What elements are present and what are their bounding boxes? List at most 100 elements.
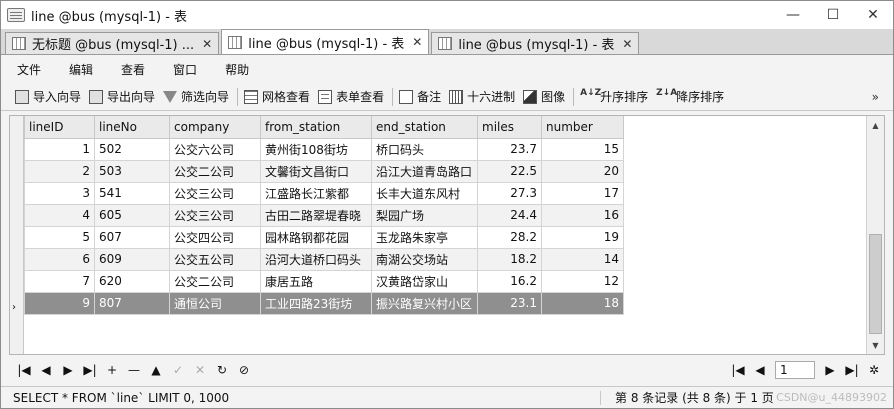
- table-cell-company[interactable]: 公交五公司: [169, 247, 261, 271]
- delete-record-icon[interactable]: —: [123, 363, 145, 377]
- table-cell-lineID[interactable]: 3: [24, 181, 95, 205]
- table-cell-from-station[interactable]: 康居五路: [260, 269, 372, 293]
- import-wizard-button[interactable]: 导入向导: [15, 88, 81, 105]
- next-record-icon[interactable]: ▶: [57, 363, 79, 377]
- table-row[interactable]: 3 541 公交三公司 江盛路长江紫都 长丰大道东风村 27.3 17: [24, 181, 624, 205]
- table-row[interactable]: 5 607 公交四公司 园林路钢都花园 玉龙路朱家亭 28.2 19: [24, 225, 624, 249]
- table-row[interactable]: 7 620 公交二公司 康居五路 汉黄路岱家山 16.2 12: [24, 269, 624, 293]
- table-row[interactable]: 9 807 通恒公司 工业四路23街坊 振兴路复兴村小区 23.1 18: [24, 291, 624, 315]
- note-button[interactable]: 备注: [399, 88, 441, 105]
- table-cell-company[interactable]: 通恒公司: [169, 291, 261, 315]
- sort-descending-button[interactable]: Z↓A 降序排序: [656, 88, 724, 105]
- table-cell-from-station[interactable]: 古田二路翠堤春晓: [260, 203, 372, 227]
- tab-line-table[interactable]: line @bus (mysql-1) - 表 ✕: [431, 32, 640, 54]
- menu-file[interactable]: 文件: [17, 61, 41, 78]
- table-row[interactable]: 6 609 公交五公司 沿河大道桥口码头 南湖公交场站 18.2 14: [24, 247, 624, 271]
- table-cell-lineID[interactable]: 2: [24, 159, 95, 183]
- first-page-icon[interactable]: |◀: [727, 363, 749, 377]
- hex-button[interactable]: 十六进制: [449, 88, 515, 105]
- table-cell-from-station[interactable]: 江盛路长江紫都: [260, 181, 372, 205]
- table-cell-number[interactable]: 18: [541, 291, 624, 315]
- table-cell-company[interactable]: 公交六公司: [169, 137, 261, 161]
- prev-page-icon[interactable]: ◀: [749, 363, 771, 377]
- menu-window[interactable]: 窗口: [173, 61, 197, 78]
- table-cell-lineID[interactable]: 7: [24, 269, 95, 293]
- tab-close-icon[interactable]: ✕: [622, 37, 632, 51]
- page-number-input[interactable]: 1: [775, 361, 815, 379]
- data-grid[interactable]: › lineID lineNo company from_station end…: [9, 115, 885, 355]
- minimize-button[interactable]: —: [773, 1, 813, 29]
- table-cell-lineNo[interactable]: 605: [94, 203, 170, 227]
- table-cell-from-station[interactable]: 园林路钢都花园: [260, 225, 372, 249]
- table-cell-miles[interactable]: 23.1: [477, 291, 542, 315]
- menu-edit[interactable]: 编辑: [69, 61, 93, 78]
- table-row[interactable]: 4 605 公交三公司 古田二路翠堤春晓 梨园广场 24.4 16: [24, 203, 624, 227]
- table-cell-number[interactable]: 14: [541, 247, 624, 271]
- table-cell-from-station[interactable]: 沿河大道桥口码头: [260, 247, 372, 271]
- table-cell-lineNo[interactable]: 609: [94, 247, 170, 271]
- table-cell-miles[interactable]: 18.2: [477, 247, 542, 271]
- menu-help[interactable]: 帮助: [225, 61, 249, 78]
- table-cell-miles[interactable]: 22.5: [477, 159, 542, 183]
- table-cell-end-station[interactable]: 玉龙路朱家亭: [371, 225, 478, 249]
- column-header-company[interactable]: company: [169, 116, 261, 139]
- table-cell-lineNo[interactable]: 607: [94, 225, 170, 249]
- grid-view-button[interactable]: 网格查看: [244, 88, 310, 105]
- column-header-lineID[interactable]: lineID: [24, 116, 95, 139]
- table-cell-end-station[interactable]: 桥口码头: [371, 137, 478, 161]
- refresh-icon[interactable]: ↻: [211, 363, 233, 377]
- settings-icon[interactable]: ✲: [863, 363, 885, 377]
- tab-line-table-active[interactable]: line @bus (mysql-1) - 表 ✕: [221, 29, 430, 54]
- table-cell-end-station[interactable]: 梨园广场: [371, 203, 478, 227]
- table-cell-lineNo[interactable]: 807: [94, 291, 170, 315]
- column-header-miles[interactable]: miles: [477, 116, 542, 139]
- table-cell-miles[interactable]: 24.4: [477, 203, 542, 227]
- table-cell-miles[interactable]: 27.3: [477, 181, 542, 205]
- filter-wizard-button[interactable]: 筛选向导: [163, 88, 229, 105]
- menu-view[interactable]: 查看: [121, 61, 145, 78]
- table-cell-company[interactable]: 公交二公司: [169, 269, 261, 293]
- table-cell-number[interactable]: 16: [541, 203, 624, 227]
- table-cell-number[interactable]: 12: [541, 269, 624, 293]
- last-record-icon[interactable]: ▶|: [79, 363, 101, 377]
- export-wizard-button[interactable]: 导出向导: [89, 88, 155, 105]
- table-row[interactable]: 1 502 公交六公司 黄州街108街坊 桥口码头 23.7 15: [24, 137, 624, 161]
- table-cell-company[interactable]: 公交三公司: [169, 181, 261, 205]
- add-record-icon[interactable]: +: [101, 363, 123, 377]
- scroll-thumb[interactable]: [869, 234, 882, 334]
- column-header-lineNo[interactable]: lineNo: [94, 116, 170, 139]
- maximize-button[interactable]: ☐: [813, 1, 853, 29]
- first-record-icon[interactable]: |◀: [13, 363, 35, 377]
- table-cell-company[interactable]: 公交三公司: [169, 203, 261, 227]
- table-cell-end-station[interactable]: 长丰大道东风村: [371, 181, 478, 205]
- table-cell-end-station[interactable]: 汉黄路岱家山: [371, 269, 478, 293]
- table-cell-lineNo[interactable]: 541: [94, 181, 170, 205]
- table-cell-company[interactable]: 公交二公司: [169, 159, 261, 183]
- table-cell-lineNo[interactable]: 620: [94, 269, 170, 293]
- scroll-down-icon[interactable]: ▼: [867, 336, 884, 354]
- tab-close-icon[interactable]: ✕: [412, 35, 422, 49]
- form-view-button[interactable]: 表单查看: [318, 88, 384, 105]
- column-header-end-station[interactable]: end_station: [371, 116, 478, 139]
- table-cell-miles[interactable]: 28.2: [477, 225, 542, 249]
- close-button[interactable]: ✕: [853, 1, 893, 29]
- table-cell-end-station[interactable]: 振兴路复兴村小区: [371, 291, 478, 315]
- column-header-number[interactable]: number: [541, 116, 624, 139]
- sort-ascending-button[interactable]: A↓Z 升序排序: [580, 88, 648, 105]
- vertical-scrollbar[interactable]: ▲ ▼: [866, 116, 884, 354]
- table-row[interactable]: 2 503 公交二公司 文馨街文昌街口 沿江大道青岛路口 22.5 20: [24, 159, 624, 183]
- scroll-up-icon[interactable]: ▲: [867, 116, 884, 134]
- table-cell-lineNo[interactable]: 503: [94, 159, 170, 183]
- table-cell-miles[interactable]: 16.2: [477, 269, 542, 293]
- next-page-icon[interactable]: ▶: [819, 363, 841, 377]
- tab-untitled-query[interactable]: 无标题 @bus (mysql-1) ... ✕: [5, 32, 220, 54]
- table-cell-end-station[interactable]: 南湖公交场站: [371, 247, 478, 271]
- table-cell-number[interactable]: 19: [541, 225, 624, 249]
- table-cell-from-station[interactable]: 工业四路23街坊: [260, 291, 372, 315]
- table-cell-number[interactable]: 15: [541, 137, 624, 161]
- column-header-from-station[interactable]: from_station: [260, 116, 372, 139]
- move-up-icon[interactable]: ▲: [145, 363, 167, 377]
- table-cell-lineID[interactable]: 9: [24, 291, 95, 315]
- toolbar-overflow-icon[interactable]: »: [872, 90, 879, 104]
- prev-record-icon[interactable]: ◀: [35, 363, 57, 377]
